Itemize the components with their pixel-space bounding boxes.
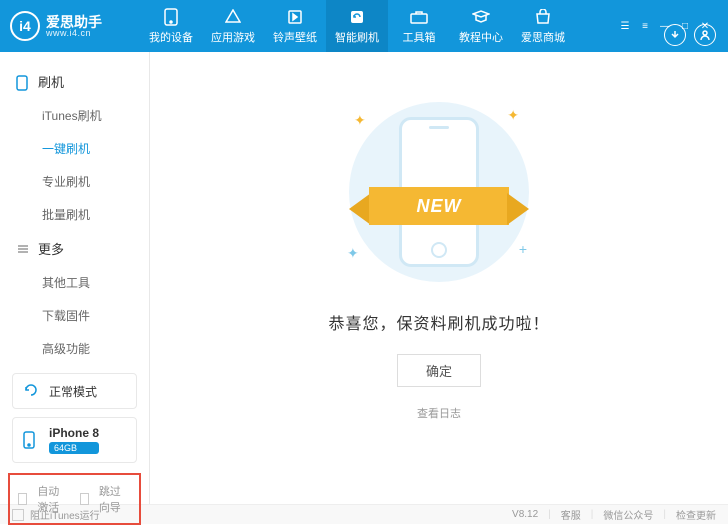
footer-link-wechat[interactable]: 微信公众号 — [603, 507, 653, 522]
titlebar: i4 爱思助手 www.i4.cn 我的设备 应用游戏 铃声壁纸 智能刷机 工具… — [0, 0, 728, 52]
section-more: 更多 — [0, 231, 149, 266]
download-button[interactable] — [664, 24, 686, 46]
hamburger-icon[interactable]: ☰ — [618, 19, 632, 33]
music-icon — [286, 8, 304, 26]
sidebar-item-batch-flash[interactable]: 批量刷机 — [0, 198, 149, 231]
device-name: iPhone 8 — [49, 426, 99, 440]
apps-icon — [224, 8, 242, 26]
nav-flash[interactable]: 智能刷机 — [326, 0, 388, 52]
main-content: ✦ ✦ ✦ + NEW 恭喜您，保资料刷机成功啦！ 确定 查看日志 — [150, 52, 728, 504]
refresh-icon — [23, 382, 41, 400]
mode-status[interactable]: 正常模式 — [12, 373, 137, 409]
nav-tutorial[interactable]: 教程中心 — [450, 0, 512, 52]
edu-icon — [472, 8, 490, 26]
toolbox-icon — [410, 8, 428, 26]
sidebar-item-advanced[interactable]: 高级功能 — [0, 332, 149, 365]
checkbox-block-itunes[interactable] — [12, 509, 24, 521]
nav-shop[interactable]: 爱思商城 — [512, 0, 574, 52]
nav-toolbox[interactable]: 工具箱 — [388, 0, 450, 52]
brand-name: 爱思助手 — [46, 15, 102, 29]
sidebar-item-itunes-flash[interactable]: iTunes刷机 — [0, 99, 149, 132]
sidebar-item-pro-flash[interactable]: 专业刷机 — [0, 165, 149, 198]
version-label: V8.12 — [512, 509, 538, 520]
nav-ringtones[interactable]: 铃声壁纸 — [264, 0, 326, 52]
shop-icon — [534, 8, 552, 26]
ok-button[interactable]: 确定 — [397, 354, 481, 387]
checkbox-auto-activate[interactable] — [18, 493, 27, 505]
section-flash: 刷机 — [0, 64, 149, 99]
logo-icon: i4 — [10, 11, 40, 41]
sidebar-item-onekey-flash[interactable]: 一键刷机 — [0, 132, 149, 165]
more-icon — [16, 242, 30, 256]
menu-icon[interactable]: ≡ — [638, 19, 652, 33]
sidebar: 刷机 iTunes刷机 一键刷机 专业刷机 批量刷机 更多 其他工具 下载固件 … — [0, 52, 150, 504]
sidebar-item-other-tools[interactable]: 其他工具 — [0, 266, 149, 299]
top-nav: 我的设备 应用游戏 铃声壁纸 智能刷机 工具箱 教程中心 爱思商城 — [140, 0, 618, 52]
device-icon — [23, 431, 41, 449]
device-info[interactable]: iPhone 8 64GB — [12, 417, 137, 463]
success-illustration: ✦ ✦ ✦ + NEW — [329, 92, 549, 292]
flash-icon — [348, 8, 366, 26]
brand-url: www.i4.cn — [46, 29, 102, 38]
user-button[interactable] — [694, 24, 716, 46]
footer-link-support[interactable]: 客服 — [561, 507, 581, 522]
ribbon-new: NEW — [369, 187, 509, 225]
nav-my-device[interactable]: 我的设备 — [140, 0, 202, 52]
success-message: 恭喜您，保资料刷机成功啦！ — [328, 310, 549, 334]
brand-logo: i4 爱思助手 www.i4.cn — [10, 11, 140, 41]
phone-icon — [16, 75, 30, 89]
storage-badge: 64GB — [49, 442, 99, 454]
phone-icon — [162, 8, 180, 26]
nav-apps[interactable]: 应用游戏 — [202, 0, 264, 52]
footer-link-update[interactable]: 检查更新 — [676, 507, 716, 522]
checkbox-skip-guide[interactable] — [80, 493, 89, 505]
sidebar-item-download-fw[interactable]: 下载固件 — [0, 299, 149, 332]
view-log-link[interactable]: 查看日志 — [417, 405, 461, 421]
